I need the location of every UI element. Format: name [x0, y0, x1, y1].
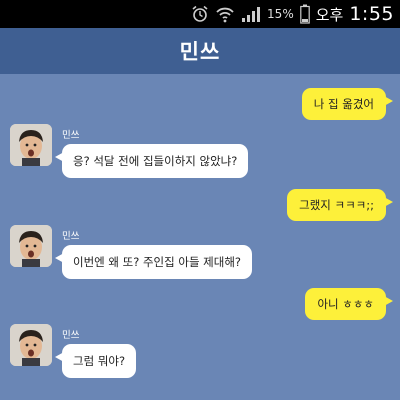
incoming-message[interactable]: 그럼 뭐야?	[54, 344, 137, 378]
clock-ampm: 오후	[315, 5, 344, 24]
incoming-message[interactable]: 이번엔 왜 또? 주인집 아들 제대해?	[54, 245, 253, 279]
battery-icon	[299, 4, 310, 24]
status-bar: 15% 오후 1:55	[0, 0, 400, 28]
sender-name: 민쓰	[62, 231, 80, 242]
profile-photo	[10, 324, 52, 366]
outgoing-message[interactable]: 아니 ㅎㅎㅎ	[305, 288, 393, 320]
profile-photo	[10, 225, 52, 267]
chat-title: 민쓰	[179, 40, 221, 64]
chat-header: 민쓰	[0, 28, 400, 74]
avatar[interactable]	[10, 225, 52, 267]
wifi-icon	[215, 5, 235, 23]
avatar[interactable]	[10, 124, 52, 166]
battery-percent: 15%	[267, 7, 294, 21]
chat-messages[interactable]: 나 집 옮겼어 민쓰 응? 석달 전에 집들이하지 않았냐? 그랬지 ㅋㅋㅋ;;…	[0, 74, 400, 400]
avatar[interactable]	[10, 324, 52, 366]
outgoing-message[interactable]: 그랬지 ㅋㅋㅋ;;	[287, 189, 393, 221]
incoming-message[interactable]: 응? 석달 전에 집들이하지 않았냐?	[54, 144, 249, 178]
sender-name: 민쓰	[62, 330, 80, 341]
clock-time: 1:55	[349, 3, 394, 25]
sender-name: 민쓰	[62, 130, 80, 141]
alarm-icon	[191, 5, 209, 23]
outgoing-message[interactable]: 나 집 옮겼어	[301, 88, 394, 120]
profile-photo	[10, 124, 52, 166]
signal-icon	[241, 5, 261, 23]
